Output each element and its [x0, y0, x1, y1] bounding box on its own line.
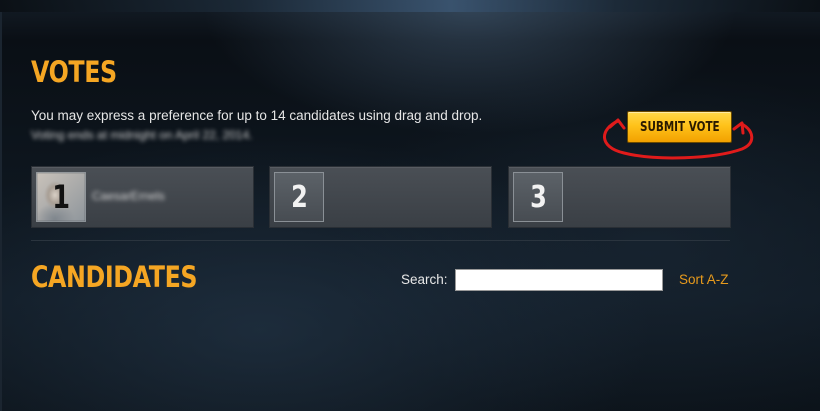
candidates-heading: CANDIDATES — [31, 260, 198, 294]
slot-number-box: 1 — [36, 172, 86, 222]
votes-instructions: You may express a preference for up to 1… — [31, 108, 483, 123]
top-banner-strip — [0, 0, 820, 12]
vote-slot-2[interactable]: 2 — [269, 166, 492, 228]
search-input[interactable] — [455, 269, 663, 291]
vote-slot-3[interactable]: 3 — [508, 166, 731, 228]
slot-number-box: 2 — [274, 172, 324, 222]
section-divider — [31, 240, 730, 241]
submit-vote-label: SUBMIT VOTE — [639, 119, 720, 135]
slot-candidate-name: CaesarErnels — [92, 189, 165, 203]
vote-slot-1[interactable]: 1 CaesarErnels — [31, 166, 254, 228]
slot-number: 3 — [529, 179, 547, 215]
submit-vote-button[interactable]: SUBMIT VOTE — [627, 111, 732, 143]
slot-number: 1 — [52, 178, 70, 216]
search-label: Search: — [401, 272, 448, 287]
slot-number-box: 3 — [513, 172, 563, 222]
slot-number: 2 — [290, 179, 308, 215]
votes-heading: VOTES — [31, 55, 117, 89]
voting-deadline-note: Voting ends at midnight on April 22, 201… — [31, 128, 253, 142]
sort-a-z-link[interactable]: Sort A-Z — [679, 272, 729, 287]
left-edge — [0, 12, 2, 411]
